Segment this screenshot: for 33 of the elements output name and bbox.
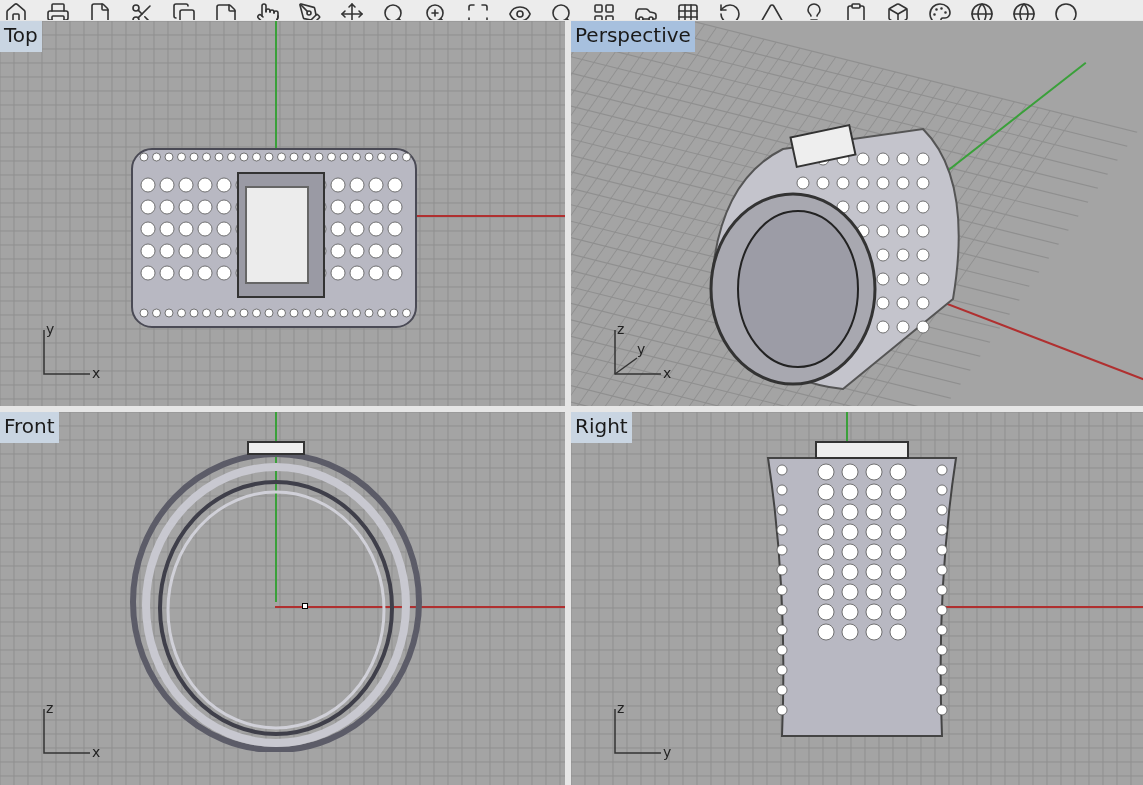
- home-icon[interactable]: [4, 2, 28, 20]
- printer-icon[interactable]: [46, 2, 70, 20]
- axis-label: x: [92, 366, 101, 380]
- viewport-title[interactable]: Perspective: [571, 21, 695, 52]
- scissors-icon[interactable]: [130, 2, 154, 20]
- viewport[interactable]: Perspective z y x: [571, 21, 1143, 406]
- zoom-extents-icon[interactable]: [466, 2, 490, 20]
- viewport[interactable]: Top y x: [0, 21, 565, 406]
- viewport-title[interactable]: Right: [571, 412, 632, 443]
- viewport-title[interactable]: Front: [0, 412, 59, 443]
- file-icon[interactable]: [88, 2, 112, 20]
- viewport[interactable]: Front z x: [0, 412, 565, 785]
- axis-label: z: [617, 701, 625, 715]
- triangle-icon[interactable]: [760, 2, 784, 20]
- axis-label: x: [92, 745, 101, 759]
- rotate-icon[interactable]: [718, 2, 742, 20]
- grid-icon[interactable]: [676, 2, 700, 20]
- axis-label: x: [663, 366, 672, 380]
- origin-marker: [302, 603, 308, 609]
- move-icon[interactable]: [340, 2, 364, 20]
- copy-icon[interactable]: [172, 2, 196, 20]
- clipboard-icon[interactable]: [844, 2, 868, 20]
- axis-label: z: [617, 322, 625, 336]
- axis-label: y: [663, 745, 672, 759]
- box-icon[interactable]: [886, 2, 910, 20]
- viewport-layout-icon[interactable]: [592, 2, 616, 20]
- pen-icon[interactable]: [298, 2, 322, 20]
- viewport-title[interactable]: Top: [0, 21, 42, 52]
- axis-label: y: [46, 322, 55, 336]
- color-wheel-icon[interactable]: [928, 2, 952, 20]
- viewport[interactable]: Right z y: [571, 412, 1143, 785]
- axis-label: z: [46, 701, 54, 715]
- axis-label: y: [637, 342, 646, 356]
